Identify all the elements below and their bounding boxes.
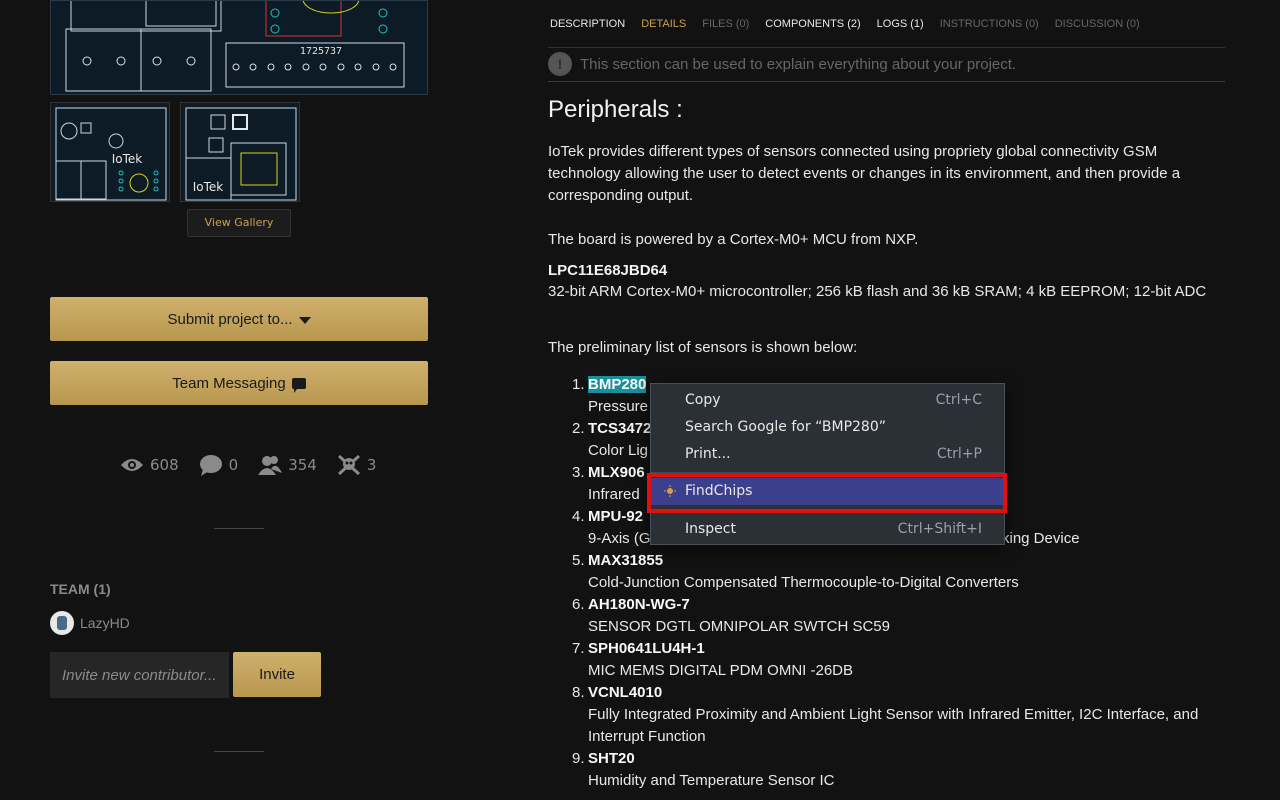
tab-bar: DESCRIPTION DETAILS FILES (0) COMPONENTS… [550, 18, 1140, 30]
invite-contributor-input[interactable] [50, 652, 229, 698]
sensor-name: AH180N-WG-7 [588, 596, 690, 613]
team-messaging-label: Team Messaging [172, 374, 286, 392]
team-member[interactable]: LazyHD [50, 611, 130, 635]
gallery-thumbnail[interactable]: IoTek [50, 102, 170, 202]
section-heading: Peripherals : [548, 96, 683, 123]
submit-project-label: Submit project to... [167, 310, 293, 328]
main-project-image[interactable]: 1725737 [50, 0, 428, 95]
list-item: 7. SPH0641LU4H-1 MIC MEMS DIGITAL PDM OM… [548, 638, 1228, 682]
board-label: 1725737 [300, 46, 342, 57]
item-number: 9. [572, 750, 585, 767]
exclamation-icon: ! [548, 52, 572, 76]
tab-description[interactable]: DESCRIPTION [550, 18, 625, 30]
menu-item-search-google[interactable]: Search Google for “BMP280” [651, 414, 1004, 441]
list-item: 8. VCNL4010 Fully Integrated Proximity a… [548, 682, 1228, 748]
divider [214, 528, 264, 529]
eye-icon [121, 459, 143, 471]
menu-item-findchips[interactable]: FindChips [651, 478, 1004, 505]
menu-label: Inspect [685, 521, 736, 537]
sensor-desc-start: 9-Axis (G [588, 530, 651, 547]
divider [214, 751, 264, 752]
sensor-desc: SENSOR DGTL OMNIPOLAR SWTCH SC59 [588, 618, 890, 635]
caret-down-icon [298, 316, 311, 324]
tab-logs[interactable]: LOGS (1) [877, 18, 924, 30]
menu-shortcut: Ctrl+P [936, 446, 982, 462]
tab-components[interactable]: COMPONENTS (2) [765, 18, 860, 30]
thumb-label: IoTek [193, 180, 224, 194]
menu-item-inspect[interactable]: Inspect Ctrl+Shift+I [651, 516, 1004, 543]
menu-shortcut: Ctrl+C [935, 392, 982, 408]
tab-files[interactable]: FILES (0) [702, 18, 749, 30]
menu-separator [651, 472, 1004, 473]
submit-project-button[interactable]: Submit project to... [50, 297, 428, 341]
item-number: 4. [572, 508, 585, 525]
menu-item-copy[interactable]: Copy Ctrl+C [651, 387, 1004, 414]
sensor-list-intro: The preliminary list of sensors is shown… [548, 339, 858, 356]
member-name: LazyHD [80, 615, 130, 631]
sensor-name: MAX31855 [588, 552, 664, 569]
menu-separator [651, 510, 1004, 511]
users-icon [258, 456, 283, 475]
left-sidebar: 1725737 IoTek IoTek View Gallery Submit … [50, 0, 430, 800]
menu-label: Print... [685, 446, 731, 462]
comments-count: 0 [228, 456, 239, 474]
item-number: 3. [572, 464, 585, 481]
views-stat: 608 [120, 456, 179, 474]
mcu-description: 32-bit ARM Cortex-M0+ microcontroller; 2… [548, 283, 1207, 300]
menu-label: Copy [685, 392, 721, 408]
menu-label: FindChips [685, 483, 753, 499]
skull-crossbones-icon [337, 454, 360, 476]
team-heading: TEAM (1) [50, 581, 111, 597]
sensor-desc: Fully Integrated Proximity and Ambient L… [588, 706, 1199, 745]
followers-stat: 354 [258, 455, 317, 475]
list-item: 6. AH180N-WG-7 SENSOR DGTL OMNIPOLAR SWT… [548, 594, 1228, 638]
menu-shortcut: Ctrl+Shift+I [897, 521, 982, 537]
item-number: 8. [572, 684, 585, 701]
sensor-desc-end: king Device [1002, 530, 1080, 547]
item-number: 2. [572, 420, 585, 437]
views-count: 608 [150, 456, 179, 474]
gallery-thumbnail[interactable]: IoTek [180, 102, 300, 202]
context-menu: Copy Ctrl+C Search Google for “BMP280” P… [650, 383, 1005, 545]
avatar [50, 611, 74, 635]
item-number: 1. [572, 376, 585, 393]
list-item: 5. MAX31855 Cold-Junction Compensated Th… [548, 550, 1228, 594]
findchips-icon [664, 485, 676, 497]
item-number: 6. [572, 596, 585, 613]
item-number: 7. [572, 640, 585, 657]
tab-instructions[interactable]: INSTRUCTIONS (0) [940, 18, 1039, 30]
menu-item-print[interactable]: Print... Ctrl+P [651, 441, 1004, 468]
list-item: 9. SHT20 Humidity and Temperature Sensor… [548, 748, 1228, 792]
intro-paragraph: IoTek provides different types of sensor… [548, 143, 1181, 204]
mcu-part-number: LPC11E68JBD64 [548, 262, 668, 279]
item-number: 5. [572, 552, 585, 569]
thumb-label: IoTek [112, 152, 143, 166]
info-notice: ! This section can be used to explain ev… [548, 52, 1016, 76]
sensor-name: SHT20 [588, 750, 635, 767]
project-stats: 608 0 354 3 [120, 454, 376, 476]
comments-stat: 0 [199, 454, 239, 476]
info-text: This section can be used to explain ever… [580, 55, 1017, 73]
info-divider [548, 81, 1225, 82]
skulls-stat: 3 [337, 454, 377, 476]
sensor-desc: Humidity and Temperature Sensor IC [588, 772, 835, 789]
followers-count: 354 [288, 456, 317, 474]
sensor-name-selected[interactable]: BMP280 [588, 376, 647, 393]
menu-label: Search Google for “BMP280” [685, 419, 886, 435]
skulls-count: 3 [366, 456, 377, 474]
tab-details[interactable]: DETAILS [641, 18, 686, 30]
comment-icon [199, 455, 222, 476]
sensor-name: SPH0641LU4H-1 [588, 640, 705, 657]
message-icon [291, 377, 306, 393]
sensor-desc: MIC MEMS DIGITAL PDM OMNI -26DB [588, 662, 854, 679]
sensor-desc: Cold-Junction Compensated Thermocouple-t… [588, 574, 1019, 591]
tab-divider [548, 47, 1225, 48]
tab-discussion[interactable]: DISCUSSION (0) [1055, 18, 1140, 30]
view-gallery-button[interactable]: View Gallery [187, 209, 291, 237]
mcu-paragraph: The board is powered by a Cortex-M0+ MCU… [548, 231, 919, 248]
sensor-name: VCNL4010 [588, 684, 663, 701]
team-messaging-button[interactable]: Team Messaging [50, 361, 428, 405]
invite-button[interactable]: Invite [233, 652, 321, 697]
